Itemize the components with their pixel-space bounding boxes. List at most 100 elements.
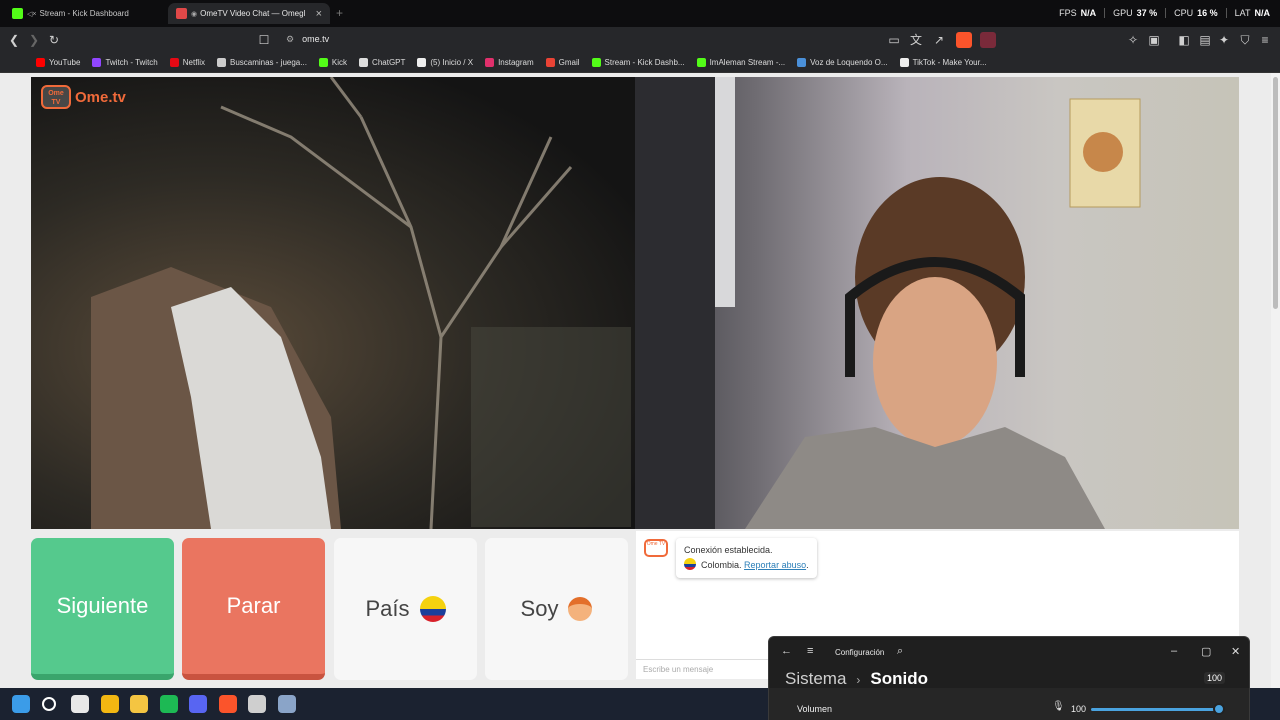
- brave-icon[interactable]: [218, 695, 237, 713]
- page-scrollbar[interactable]: [1271, 73, 1280, 688]
- report-abuse-link[interactable]: Reportar abuso: [744, 560, 806, 570]
- breadcrumb-system[interactable]: Sistema: [785, 669, 846, 688]
- bookmark-label: ChatGPT: [372, 58, 406, 67]
- settings-breadcrumb: Sistema › Sonido: [785, 669, 928, 689]
- country-button[interactable]: País: [334, 538, 477, 680]
- ometv-page: Ome TV Ome.tv Siguiente Parar País Soy O…: [0, 73, 1280, 688]
- bookmark-favicon-icon: [696, 58, 706, 67]
- store-icon[interactable]: [71, 695, 89, 713]
- spotify-icon[interactable]: [159, 695, 178, 713]
- discord-icon[interactable]: [189, 695, 207, 713]
- stranger-country: Colombia.: [701, 560, 742, 570]
- bookmark-label: Voz de Loquendo O...: [810, 58, 888, 67]
- stop-button[interactable]: Parar: [182, 538, 325, 680]
- volume-slider[interactable]: [1091, 708, 1219, 711]
- bookmark-item[interactable]: ImAleman Stream -...: [696, 58, 786, 67]
- message-input[interactable]: Escribe un mensaje: [636, 659, 771, 679]
- boy-emoji-icon: [568, 597, 593, 621]
- settings-icon[interactable]: [277, 695, 296, 713]
- bookmark-item[interactable]: (5) Inicio / X: [417, 58, 473, 67]
- close-tab-icon[interactable]: ×: [316, 8, 322, 20]
- colombia-flag-icon: [684, 558, 696, 570]
- wallet-icon[interactable]: ▤: [1197, 32, 1213, 48]
- bookmark-item[interactable]: YouTube: [36, 58, 80, 67]
- extensions-icon[interactable]: ✧: [1125, 32, 1141, 48]
- obs-icon[interactable]: [248, 695, 266, 713]
- stop-button-label: Parar: [226, 593, 281, 618]
- microphone-icon[interactable]: 🎙: [1052, 701, 1065, 712]
- tab-ometv[interactable]: ◉ OmeTV Video Chat — Omegl ×: [168, 3, 330, 24]
- bookmark-label: (5) Inicio / X: [430, 58, 474, 67]
- recording-icon: ◉: [191, 10, 198, 18]
- screenshot-icon[interactable]: ▭: [886, 32, 902, 48]
- tab-title: OmeTV Video Chat — Omegl: [200, 9, 306, 18]
- ometv-logo: Ome TV Ome.tv: [41, 85, 126, 109]
- tab-title: Stream - Kick Dashboard: [39, 9, 129, 18]
- back-arrow-icon[interactable]: ←: [781, 645, 792, 657]
- brave-rewards-icon[interactable]: [980, 32, 996, 48]
- bookmark-label: Buscaminas - juega...: [229, 58, 307, 67]
- new-tab-button[interactable]: +: [336, 6, 343, 20]
- browser-toolbar: ❮ ❯ ↻ ☐ ⚙ ome.tv ▭ 文 ↗ ✧ ▣ ◧ ▤ ✦ ⛉ ≡: [0, 27, 1280, 53]
- bookmark-item[interactable]: Voz de Loquendo O...: [797, 58, 888, 67]
- minimize-icon[interactable]: –: [1171, 645, 1177, 657]
- bookmark-item[interactable]: Gmail: [545, 58, 580, 67]
- bookmark-item[interactable]: Twitch - Twitch: [92, 58, 158, 67]
- volume-label: Volumen: [797, 704, 833, 714]
- country-button-label: País: [365, 596, 410, 621]
- bookmark-item[interactable]: ChatGPT: [359, 58, 405, 67]
- bookmarks-bar: YouTube Twitch - Twitch Netflix Buscaminas …: [0, 53, 1280, 73]
- start-icon[interactable]: [12, 695, 30, 713]
- colombia-flag-icon: [419, 596, 446, 622]
- menu-icon[interactable]: ≡: [1257, 32, 1273, 48]
- system-message: Conexión establecida. Colombia. Reportar…: [676, 538, 817, 578]
- settings-title-bar: ← ≡ Configuración ⌕ – ▢ ✕: [769, 637, 1249, 667]
- search-icon[interactable]: [41, 697, 56, 711]
- share-icon[interactable]: ↗: [931, 32, 947, 48]
- brave-shields-icon[interactable]: [956, 32, 972, 48]
- bookmark-label: ImAleman Stream -...: [709, 58, 786, 67]
- bookmark-item[interactable]: Instagram: [485, 58, 534, 67]
- bookmark-favicon-icon: [216, 58, 226, 67]
- tab-manager-icon[interactable]: ▣: [1146, 32, 1162, 48]
- self-video: [635, 77, 1239, 529]
- sidebar-icon[interactable]: ◧: [1176, 32, 1192, 48]
- bookmark-icon[interactable]: ☐: [256, 32, 272, 48]
- tab-kick-dashboard[interactable]: ◁× Stream - Kick Dashboard: [4, 3, 164, 24]
- maximize-icon[interactable]: ▢: [1201, 645, 1211, 658]
- ometv-chat-avatar-icon: Ome TV: [644, 539, 668, 557]
- address-bar[interactable]: ⚙ ome.tv: [286, 34, 329, 45]
- gender-button[interactable]: Soy: [485, 538, 628, 680]
- vpn-icon[interactable]: ⛉: [1237, 32, 1253, 48]
- site-info-icon[interactable]: ⚙: [286, 34, 294, 44]
- ometv-favicon-icon: [176, 8, 187, 19]
- scrollbar-thumb[interactable]: [1273, 77, 1278, 309]
- connection-status: Conexión establecida.: [684, 545, 773, 555]
- back-icon[interactable]: ❮: [6, 32, 22, 48]
- search-icon[interactable]: ⌕: [897, 645, 903, 658]
- chrome-icon[interactable]: [100, 695, 119, 713]
- tv-logo-icon: Ome TV: [41, 85, 71, 109]
- bookmark-item[interactable]: Stream - Kick Dashb...: [591, 58, 685, 67]
- reload-icon[interactable]: ↻: [46, 32, 62, 48]
- translate-icon[interactable]: 文: [908, 32, 924, 48]
- bookmark-favicon-icon: [169, 58, 179, 67]
- bookmark-item[interactable]: TikTok - Make Your...: [899, 58, 987, 67]
- close-window-icon[interactable]: ✕: [1231, 645, 1240, 658]
- bookmark-favicon-icon: [899, 58, 909, 67]
- hamburger-menu-icon[interactable]: ≡: [807, 645, 813, 657]
- leo-icon[interactable]: ✦: [1216, 32, 1232, 48]
- settings-window: ← ≡ Configuración ⌕ – ▢ ✕ Sistema › Sonido…: [768, 636, 1250, 688]
- bookmark-favicon-icon: [318, 58, 328, 67]
- bookmark-item[interactable]: Netflix: [169, 58, 205, 67]
- breadcrumb-sound: Sonido: [870, 669, 929, 688]
- next-button[interactable]: Siguiente: [31, 538, 174, 680]
- volume-slider-thumb[interactable]: [1213, 703, 1225, 715]
- forward-icon[interactable]: ❯: [26, 32, 42, 48]
- explorer-icon[interactable]: [130, 695, 148, 713]
- report-suffix: .: [806, 560, 809, 570]
- mute-icon[interactable]: ◁×: [27, 10, 36, 18]
- bookmark-item[interactable]: Buscaminas - juega...: [216, 58, 307, 67]
- bookmark-favicon-icon: [485, 58, 495, 67]
- bookmark-item[interactable]: Kick: [318, 58, 347, 67]
